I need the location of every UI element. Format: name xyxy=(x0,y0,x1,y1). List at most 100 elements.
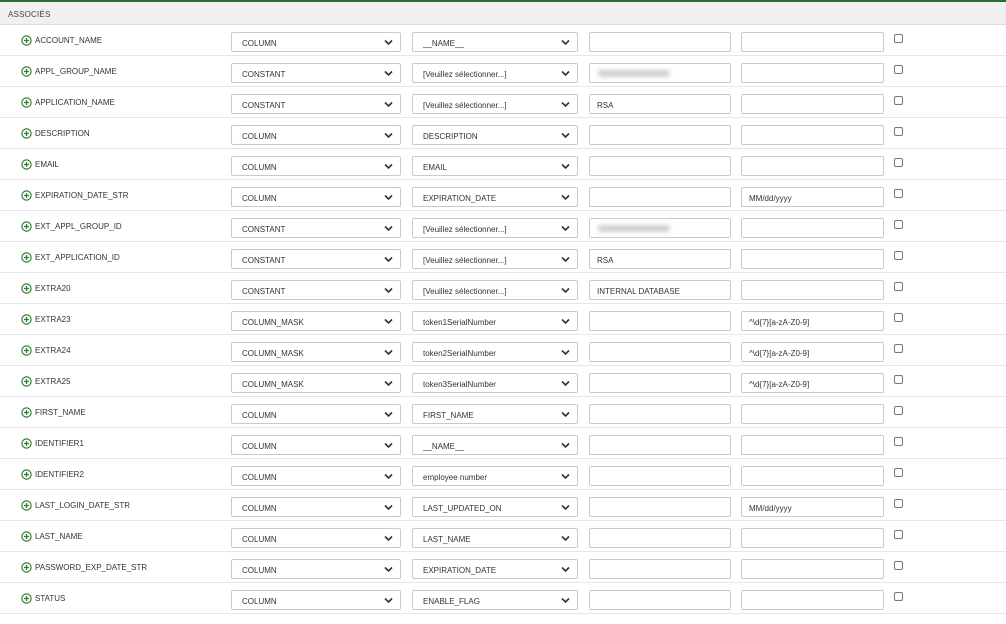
mapping-type-select[interactable]: COLUMN xyxy=(231,435,401,455)
constant-value-input[interactable] xyxy=(589,218,731,238)
row-checkbox[interactable] xyxy=(894,65,903,74)
row-checkbox[interactable] xyxy=(894,251,903,260)
row-checkbox[interactable] xyxy=(894,530,903,539)
constant-value-input[interactable] xyxy=(589,187,731,207)
row-checkbox[interactable] xyxy=(894,220,903,229)
row-checkbox[interactable] xyxy=(894,499,903,508)
mapping-type-select[interactable]: CONSTANT xyxy=(231,63,401,83)
format-input[interactable] xyxy=(741,528,884,548)
row-checkbox[interactable] xyxy=(894,468,903,477)
row-checkbox[interactable] xyxy=(894,375,903,384)
constant-value-input[interactable] xyxy=(589,404,731,424)
mapping-type-select[interactable]: COLUMN xyxy=(231,187,401,207)
format-input[interactable] xyxy=(741,559,884,579)
row-checkbox[interactable] xyxy=(894,127,903,136)
plus-circle-icon[interactable] xyxy=(21,159,32,170)
format-input[interactable] xyxy=(741,94,884,114)
plus-circle-icon[interactable] xyxy=(21,97,32,108)
constant-value-input[interactable] xyxy=(589,559,731,579)
plus-circle-icon[interactable] xyxy=(21,531,32,542)
format-input[interactable] xyxy=(741,590,884,610)
mapping-type-select[interactable]: COLUMN xyxy=(231,32,401,52)
constant-value-input[interactable] xyxy=(589,466,731,486)
constant-value-input[interactable] xyxy=(589,342,731,362)
mapping-type-select[interactable]: CONSTANT xyxy=(231,280,401,300)
mapping-type-select[interactable]: CONSTANT xyxy=(231,249,401,269)
row-checkbox[interactable] xyxy=(894,96,903,105)
row-checkbox[interactable] xyxy=(894,282,903,291)
constant-value-input[interactable] xyxy=(589,63,731,83)
mapping-value-select[interactable]: LAST_UPDATED_ON xyxy=(412,497,578,517)
mapping-value-select[interactable]: [Veuillez sélectionner...] xyxy=(412,218,578,238)
format-input[interactable]: ^\d{7}[a-zA-Z0-9] xyxy=(741,311,884,331)
format-input[interactable]: MM/dd/yyyy xyxy=(741,497,884,517)
plus-circle-icon[interactable] xyxy=(21,35,32,46)
constant-value-input[interactable] xyxy=(589,125,731,145)
mapping-value-select[interactable]: employee number xyxy=(412,466,578,486)
plus-circle-icon[interactable] xyxy=(21,252,32,263)
format-input[interactable] xyxy=(741,466,884,486)
constant-value-input[interactable]: RSA xyxy=(589,249,731,269)
mapping-type-select[interactable]: COLUMN xyxy=(231,466,401,486)
mapping-value-select[interactable]: EXPIRATION_DATE xyxy=(412,559,578,579)
mapping-type-select[interactable]: CONSTANT xyxy=(231,94,401,114)
mapping-value-select[interactable]: __NAME__ xyxy=(412,435,578,455)
plus-circle-icon[interactable] xyxy=(21,407,32,418)
constant-value-input[interactable] xyxy=(589,528,731,548)
mapping-value-select[interactable]: token1SerialNumber xyxy=(412,311,578,331)
plus-circle-icon[interactable] xyxy=(21,562,32,573)
constant-value-input[interactable]: INTERNAL DATABASE xyxy=(589,280,731,300)
plus-circle-icon[interactable] xyxy=(21,593,32,604)
plus-circle-icon[interactable] xyxy=(21,438,32,449)
mapping-value-select[interactable]: [Veuillez sélectionner...] xyxy=(412,63,578,83)
mapping-type-select[interactable]: COLUMN xyxy=(231,156,401,176)
plus-circle-icon[interactable] xyxy=(21,500,32,511)
format-input[interactable] xyxy=(741,249,884,269)
plus-circle-icon[interactable] xyxy=(21,376,32,387)
plus-circle-icon[interactable] xyxy=(21,283,32,294)
constant-value-input[interactable] xyxy=(589,590,731,610)
mapping-value-select[interactable]: token2SerialNumber xyxy=(412,342,578,362)
constant-value-input[interactable] xyxy=(589,156,731,176)
mapping-value-select[interactable]: [Veuillez sélectionner...] xyxy=(412,94,578,114)
format-input[interactable] xyxy=(741,63,884,83)
plus-circle-icon[interactable] xyxy=(21,221,32,232)
mapping-value-select[interactable]: token3SerialNumber xyxy=(412,373,578,393)
mapping-value-select[interactable]: [Veuillez sélectionner...] xyxy=(412,280,578,300)
plus-circle-icon[interactable] xyxy=(21,190,32,201)
mapping-type-select[interactable]: COLUMN xyxy=(231,590,401,610)
mapping-type-select[interactable]: COLUMN xyxy=(231,125,401,145)
plus-circle-icon[interactable] xyxy=(21,128,32,139)
row-checkbox[interactable] xyxy=(894,561,903,570)
plus-circle-icon[interactable] xyxy=(21,345,32,356)
format-input[interactable]: ^\d{7}[a-zA-Z0-9] xyxy=(741,373,884,393)
mapping-type-select[interactable]: COLUMN_MASK xyxy=(231,373,401,393)
constant-value-input[interactable] xyxy=(589,435,731,455)
row-checkbox[interactable] xyxy=(894,158,903,167)
row-checkbox[interactable] xyxy=(894,406,903,415)
format-input[interactable] xyxy=(741,404,884,424)
mapping-value-select[interactable]: [Veuillez sélectionner...] xyxy=(412,249,578,269)
plus-circle-icon[interactable] xyxy=(21,314,32,325)
mapping-type-select[interactable]: COLUMN_MASK xyxy=(231,342,401,362)
mapping-value-select[interactable]: LAST_NAME xyxy=(412,528,578,548)
mapping-value-select[interactable]: EXPIRATION_DATE xyxy=(412,187,578,207)
format-input[interactable]: MM/dd/yyyy xyxy=(741,187,884,207)
mapping-type-select[interactable]: COLUMN xyxy=(231,559,401,579)
constant-value-input[interactable] xyxy=(589,311,731,331)
mapping-type-select[interactable]: COLUMN xyxy=(231,528,401,548)
row-checkbox[interactable] xyxy=(894,437,903,446)
mapping-value-select[interactable]: DESCRIPTION xyxy=(412,125,578,145)
plus-circle-icon[interactable] xyxy=(21,469,32,480)
format-input[interactable] xyxy=(741,32,884,52)
row-checkbox[interactable] xyxy=(894,34,903,43)
format-input[interactable] xyxy=(741,156,884,176)
constant-value-input[interactable] xyxy=(589,32,731,52)
constant-value-input[interactable] xyxy=(589,497,731,517)
row-checkbox[interactable] xyxy=(894,592,903,601)
format-input[interactable] xyxy=(741,218,884,238)
mapping-type-select[interactable]: COLUMN xyxy=(231,497,401,517)
mapping-type-select[interactable]: COLUMN xyxy=(231,404,401,424)
constant-value-input[interactable] xyxy=(589,373,731,393)
row-checkbox[interactable] xyxy=(894,313,903,322)
